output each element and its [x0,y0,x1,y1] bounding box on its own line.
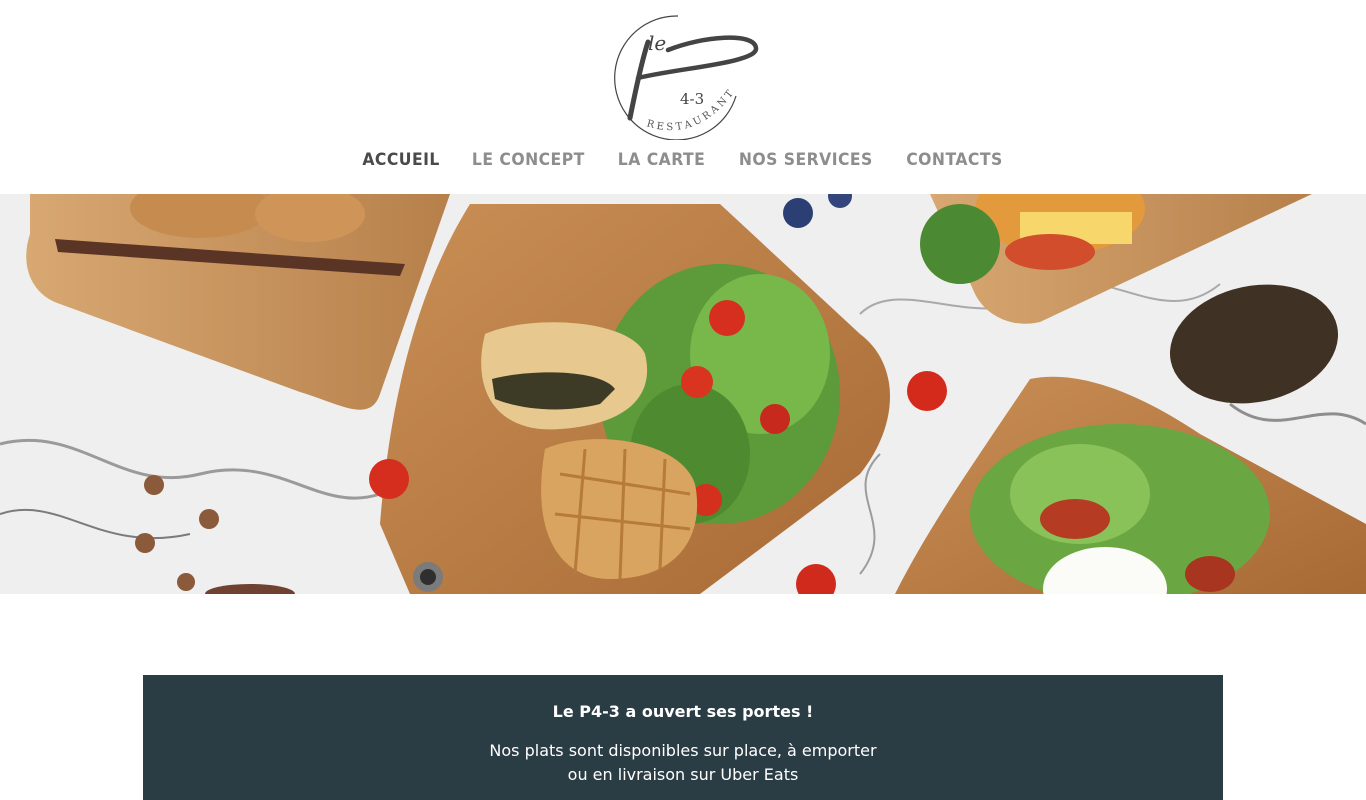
nav-item-le-concept[interactable]: LE CONCEPT [472,146,585,176]
nav-item-accueil[interactable]: ACCUEIL [362,146,439,176]
nav-item-contacts[interactable]: CONTACTS [907,146,1004,176]
announcement-line-2: ou en livraison sur Uber Eats [567,765,799,784]
nav-item-nos-services[interactable]: NOS SERVICES [739,146,873,176]
site-logo[interactable]: le 4-3 RESTAURANT [608,8,762,141]
announcement-title: Le P4-3 a ouvert ses portes ! [552,702,814,721]
site-header: le 4-3 RESTAURANT ACCUEIL LE CONCEPT LA … [0,0,1366,194]
hero-image [0,194,1366,594]
main-nav: ACCUEIL LE CONCEPT LA CARTE NOS SERVICES… [0,146,1366,176]
nav-item-la-carte[interactable]: LA CARTE [617,146,704,176]
svg-text:4-3: 4-3 [680,90,704,108]
announcement-banner: Le P4-3 a ouvert ses portes ! Nos plats … [143,675,1223,800]
announcement-line-1: Nos plats sont disponibles sur place, à … [489,741,877,760]
svg-text:le: le [648,31,666,55]
